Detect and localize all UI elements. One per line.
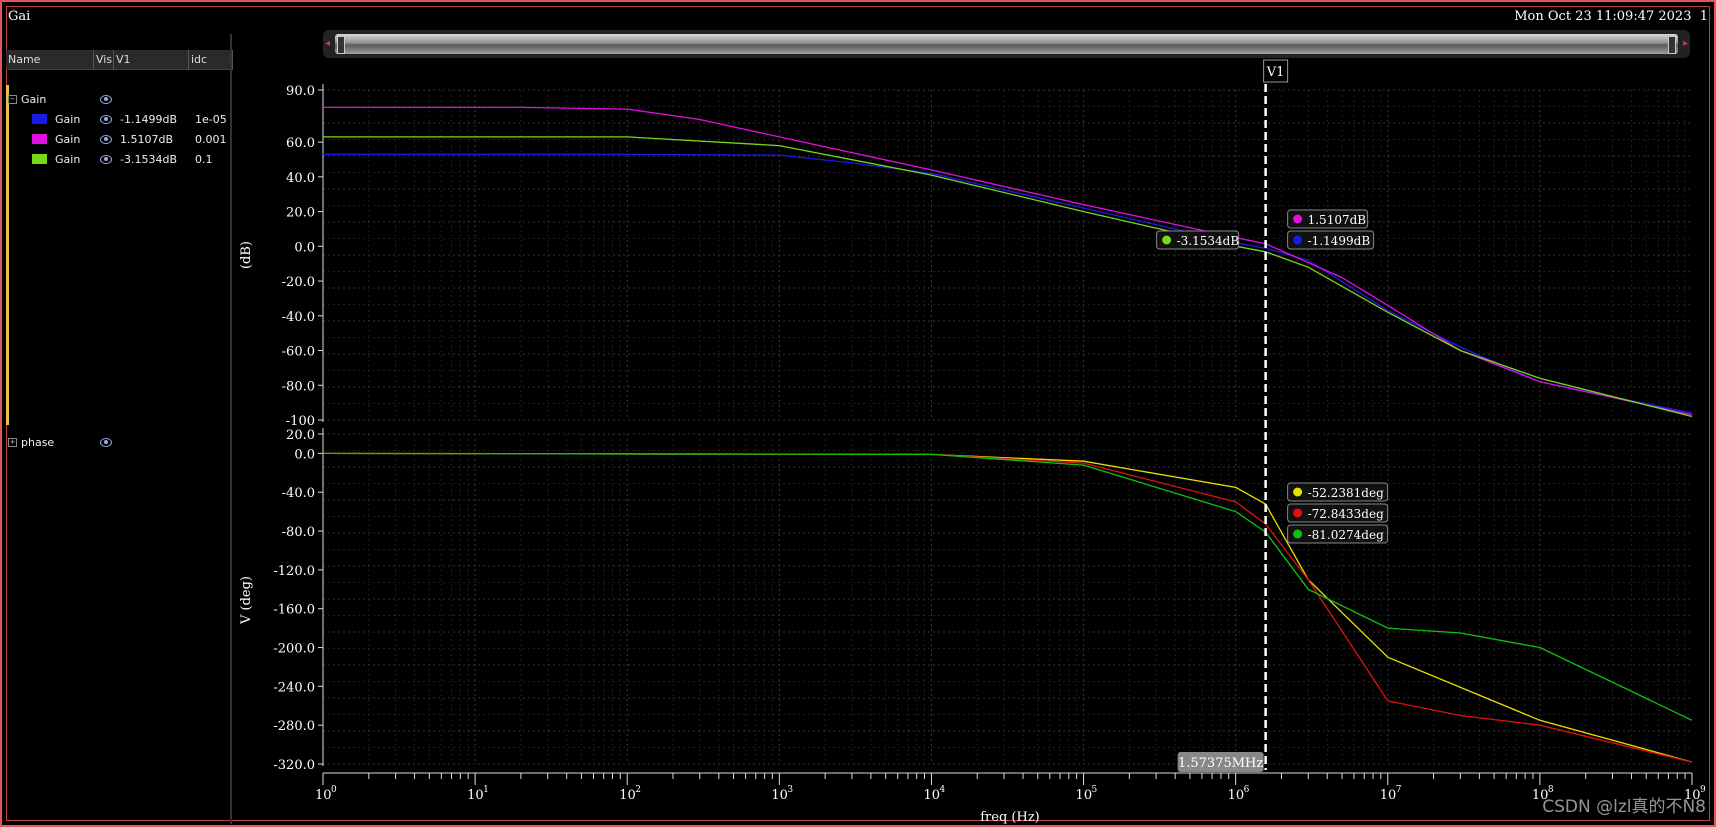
y-tick-label: -20.0 <box>282 275 315 290</box>
y-tick-label: -320.0 <box>273 758 315 773</box>
y-tick-label: -200.0 <box>273 642 315 657</box>
gain-marker-2-dot <box>1293 235 1303 245</box>
x-axis-label: freq (Hz) <box>980 810 1040 825</box>
x-tick-exponent: 1 <box>483 785 489 795</box>
y-tick-label: -80.0 <box>282 525 315 540</box>
y-tick-label: -120.0 <box>273 564 315 579</box>
x-tick-exponent: 2 <box>635 785 641 795</box>
phase-subplot[interactable]: 20.0 0.0 -40.0 -80.0 -120.0 -160.0 -200.0 -240.… <box>239 428 1706 825</box>
x-tick-label: 10 <box>771 788 788 803</box>
gain-subplot[interactable]: 90.0 60.0 40.0 20.0 0.0 -20.0 -40.0 -60.0 -80.0 -… <box>239 84 1693 429</box>
cursor-freq-label: 1.57375MHz <box>1178 756 1263 771</box>
gain-marker-1-dot <box>1293 214 1303 224</box>
gain-marker-2-text: -1.1499dB <box>1308 234 1371 248</box>
marker-layer[interactable]: 1.5107dB -1.1499dB -3.1534dB -52.2381deg -72… <box>1156 209 1389 544</box>
x-tick-exponent: 3 <box>787 785 793 795</box>
phase-marker-1-text: -52.2381deg <box>1308 486 1384 500</box>
x-tick-label: 10 <box>467 788 484 803</box>
watermark: CSDN @lzl真的不N8 <box>1542 797 1706 817</box>
x-tick-label: 10 <box>1380 788 1397 803</box>
waveform-plot[interactable]: 90.060.040.020.00.0-20.0-40.0-60.0-80.0-… <box>0 0 1716 827</box>
y-axis-label: (dB) <box>239 241 254 269</box>
gain-marker-3-text: -3.1534dB <box>1177 234 1240 248</box>
x-tick-label: 10 <box>923 788 940 803</box>
y-tick-label: 90.0 <box>286 84 315 99</box>
y-tick-label: -240.0 <box>273 680 315 695</box>
y-tick-label: 40.0 <box>286 171 315 186</box>
x-tick-label: 10 <box>315 788 332 803</box>
series-line-0-2 <box>323 136 1693 418</box>
phase-marker-3-dot <box>1293 529 1303 539</box>
y-tick-label: -60.0 <box>282 345 315 360</box>
x-tick-exponent: 0 <box>331 785 337 795</box>
y-axis-label: V (deg) <box>239 576 254 625</box>
y-tick-label: 60.0 <box>286 136 315 151</box>
y-tick-label: -80.0 <box>282 379 315 394</box>
y-tick-label: -40.0 <box>282 310 315 325</box>
series-line-1-2 <box>322 452 1693 721</box>
cursor-name: V1 <box>1266 65 1285 80</box>
y-tick-label: 20.0 <box>286 206 315 221</box>
y-tick-label: 0.0 <box>294 240 315 255</box>
phase-marker-2-text: -72.8433deg <box>1308 507 1384 521</box>
x-tick-label: 10 <box>1228 788 1245 803</box>
x-tick-label: 10 <box>619 788 636 803</box>
y-tick-label: 0.0 <box>294 447 315 462</box>
gain-marker-3-dot <box>1162 235 1172 245</box>
y-tick-label: -280.0 <box>273 719 315 734</box>
series-line-0-1 <box>323 106 1693 416</box>
x-tick-exponent: 6 <box>1244 785 1250 795</box>
phase-marker-2-dot <box>1293 508 1303 518</box>
y-tick-label: -100 <box>286 414 315 429</box>
x-tick-exponent: 7 <box>1396 785 1402 795</box>
x-tick-exponent: 4 <box>939 785 945 795</box>
y-tick-label: 20.0 <box>286 428 315 443</box>
y-tick-label: -40.0 <box>282 486 315 501</box>
phase-marker-3-text: -81.0274deg <box>1308 528 1384 542</box>
y-tick-label: -160.0 <box>273 603 315 618</box>
gain-marker-1-text: 1.5107dB <box>1308 213 1367 227</box>
phase-marker-1-dot <box>1293 487 1303 497</box>
x-tick-exponent: 5 <box>1092 785 1098 795</box>
x-tick-label: 10 <box>1076 788 1093 803</box>
